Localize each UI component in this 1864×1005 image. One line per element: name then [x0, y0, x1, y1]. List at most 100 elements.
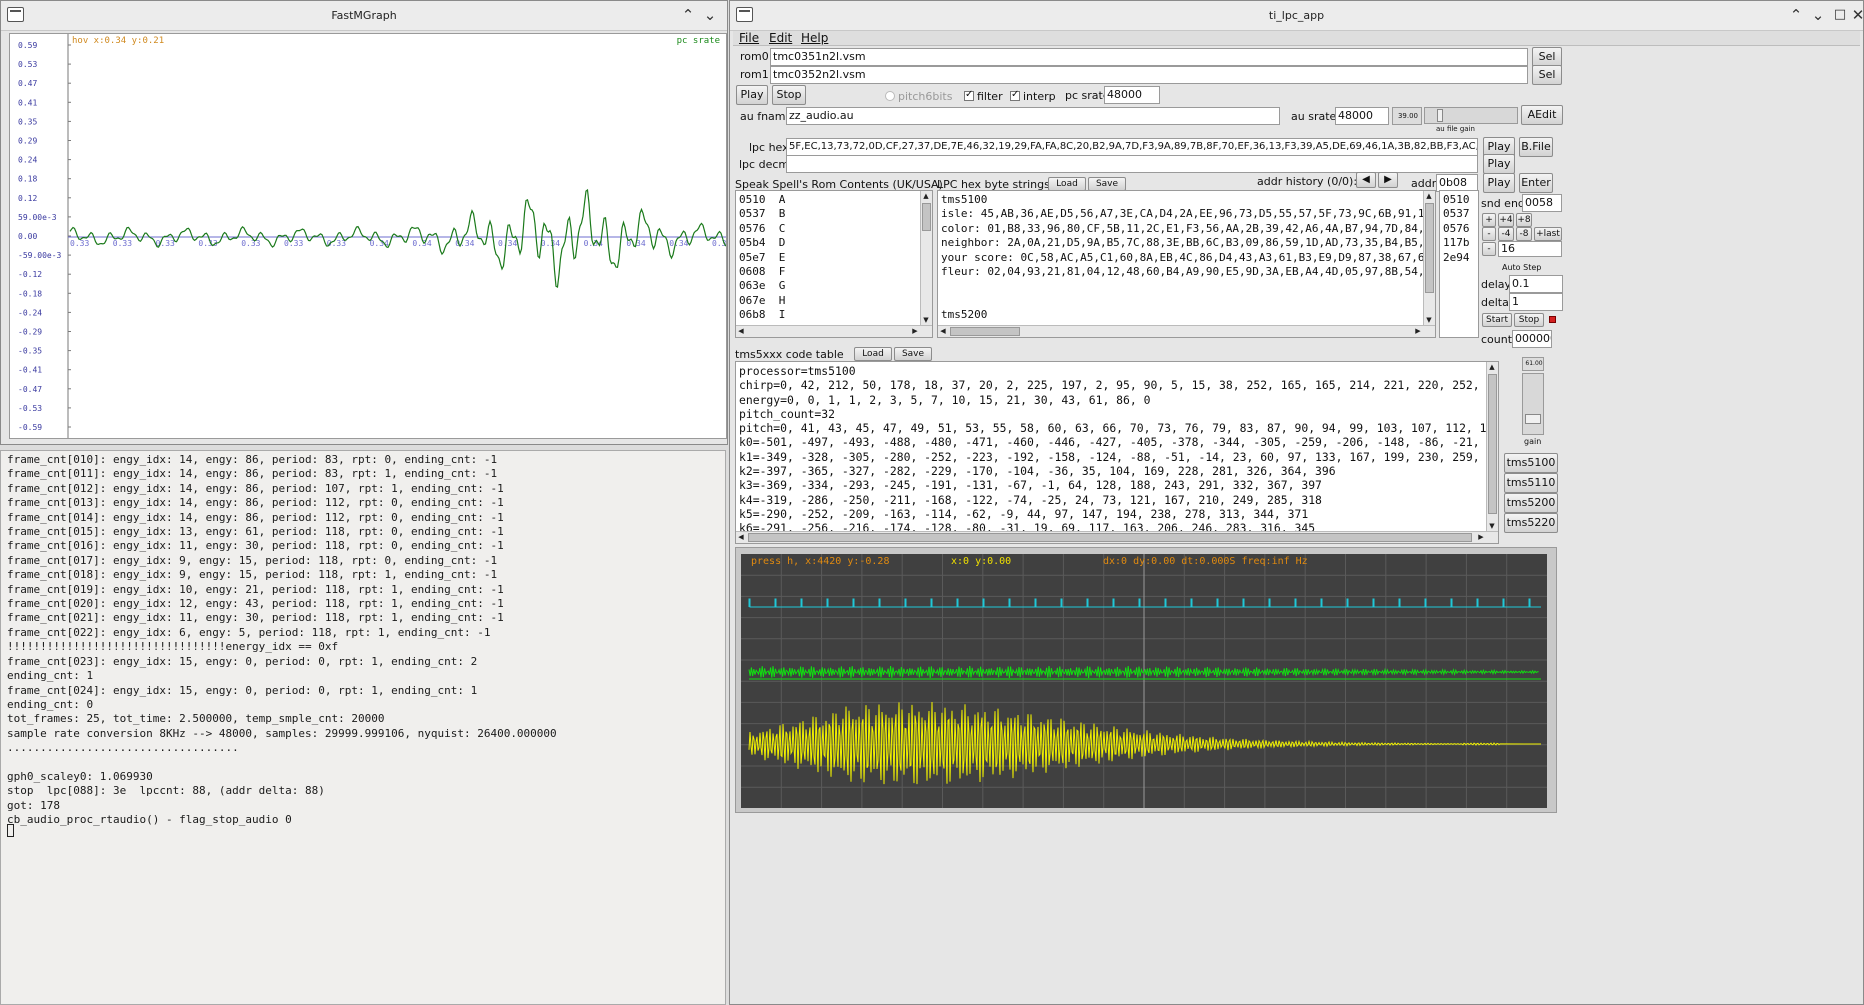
lpc-strings-text[interactable]: tms5100 isle: 45,AB,36,AE,D5,56,A7,3E,CA,…: [941, 193, 1435, 323]
tms5110-button[interactable]: tms5110: [1504, 473, 1558, 493]
rom-list-vthumb[interactable]: [922, 203, 931, 231]
rom0-field[interactable]: tmc0351n2l.vsm: [770, 48, 1528, 66]
rom0-sel-button[interactable]: Sel: [1532, 47, 1562, 67]
code-table-hthumb[interactable]: [748, 533, 1472, 542]
minimize-icon[interactable]: ⌃: [679, 6, 697, 24]
rom-list-vscrollbar[interactable]: ▲ ▼: [920, 191, 932, 325]
step-minus4-button[interactable]: -4: [1498, 227, 1514, 241]
step-plus8-button[interactable]: +8: [1516, 213, 1532, 227]
code-table-hscrollbar[interactable]: ◀ ▶: [736, 531, 1498, 543]
scroll-left-icon[interactable]: ◀: [736, 532, 746, 542]
step-plus-button[interactable]: +: [1482, 213, 1496, 227]
snd-end-field[interactable]: 0058: [1522, 194, 1562, 212]
scroll-right-icon[interactable]: ▶: [1476, 532, 1486, 542]
graph-plot[interactable]: 0.59 0.53 0.47 0.41 0.35 0.29 0.24 0.18 0.12 59.0…: [10, 34, 727, 439]
au-file-gain-thumb[interactable]: [1437, 109, 1443, 122]
restore-icon[interactable]: ⌄: [701, 6, 719, 24]
code-table-save-button[interactable]: Save: [894, 347, 932, 361]
au-srate-field[interactable]: 48000: [1335, 107, 1389, 125]
rom-contents-items[interactable]: 0510 A 0537 B 0576 C 05b4 D 05e7 E 0608 F 063e…: [739, 193, 785, 337]
code-table-vthumb[interactable]: [1488, 374, 1497, 514]
scroll-up-icon[interactable]: ▲: [921, 191, 931, 201]
addr-history-list[interactable]: 0510 0537 0576 117b 2e94: [1439, 190, 1479, 338]
rom1-sel-button[interactable]: Sel: [1532, 65, 1562, 85]
rom1-field[interactable]: tmc0352n2l.vsm: [770, 66, 1528, 84]
code-table-text[interactable]: processor=tms5100 chirp=0, 42, 212, 50, 1…: [739, 364, 1498, 536]
code-table-vscrollbar[interactable]: ▲ ▼: [1486, 362, 1498, 531]
lpc-strings-vthumb[interactable]: [1425, 203, 1434, 293]
bfile-button[interactable]: B.File: [1519, 137, 1553, 157]
step-minus8-button[interactable]: -8: [1516, 227, 1532, 241]
scroll-up-icon[interactable]: ▲: [1424, 191, 1434, 201]
tms5100-button[interactable]: tms5100: [1504, 453, 1558, 473]
title-bar[interactable]: ti_lpc_app ⌃ ⌄ □ ✕: [730, 1, 1864, 31]
code-table-load-button[interactable]: Load: [854, 347, 892, 361]
terminal[interactable]: frame_cnt[010]: engy_idx: 14, engy: 86, …: [0, 450, 726, 1005]
lpc-strings-hthumb[interactable]: [950, 327, 1020, 336]
addr-history-items[interactable]: 0510 0537 0576 117b 2e94: [1443, 193, 1470, 265]
tms5220-button[interactable]: tms5220: [1504, 513, 1558, 533]
maximize-icon[interactable]: □: [1831, 6, 1849, 24]
lpc-hex-field[interactable]: 5F,EC,13,73,72,0D,CF,27,37,DE,7E,46,32,1…: [786, 138, 1478, 156]
step-last-button[interactable]: +last: [1534, 227, 1562, 241]
addr-play-button[interactable]: Play: [1483, 173, 1515, 193]
scope-display[interactable]: press h, x:4420 y:-0.28 x:0 y:0.00 dx:0 …: [741, 554, 1547, 808]
close-icon[interactable]: ✕: [1849, 6, 1864, 24]
interp-option[interactable]: interp: [1010, 89, 1056, 103]
scroll-left-icon[interactable]: ◀: [736, 326, 746, 336]
lpc-strings-vscrollbar[interactable]: ▲ ▼: [1423, 191, 1435, 325]
auto-step-stop-button[interactable]: Stop: [1514, 313, 1544, 327]
step-size-decrease-button[interactable]: -: [1482, 242, 1496, 256]
title-bar[interactable]: FastMGraph ⌃ ⌄: [1, 1, 727, 31]
lpc-strings-save-button[interactable]: Save: [1088, 177, 1126, 191]
gain-slider[interactable]: [1522, 373, 1544, 435]
rom-list-hscrollbar[interactable]: ◀ ▶: [736, 325, 932, 337]
scroll-down-icon[interactable]: ▼: [921, 315, 931, 325]
minimize-icon[interactable]: ⌄: [1809, 6, 1827, 24]
pc-srate-field[interactable]: 48000: [1104, 86, 1160, 104]
scroll-down-icon[interactable]: ▼: [1487, 521, 1497, 531]
pitch6bits-radio[interactable]: [885, 91, 895, 101]
code-table-editor[interactable]: processor=tms5100 chirp=0, 42, 212, 50, 1…: [735, 361, 1499, 544]
step-plus4-button[interactable]: +4: [1498, 213, 1514, 227]
auto-step-start-button[interactable]: Start: [1482, 313, 1512, 327]
interp-checkbox[interactable]: [1010, 89, 1020, 101]
step-minus-button[interactable]: -: [1482, 227, 1496, 241]
step-size-field[interactable]: 16: [1498, 241, 1562, 257]
scroll-right-icon[interactable]: ▶: [910, 326, 920, 336]
stop-button[interactable]: Stop: [772, 85, 806, 105]
pitch6bits-option[interactable]: pitch6bits: [885, 90, 952, 103]
graph-area[interactable]: 0.59 0.53 0.47 0.41 0.35 0.29 0.24 0.18 0.12 59.0…: [9, 33, 727, 439]
history-forward-button[interactable]: ▶: [1378, 172, 1398, 188]
au-fname-field[interactable]: zz_audio.au: [786, 107, 1280, 125]
menu-file[interactable]: File: [739, 31, 759, 45]
gain-slider-thumb[interactable]: [1525, 414, 1541, 424]
delta-field[interactable]: 1: [1509, 293, 1563, 311]
lpc-decml-play-button[interactable]: Play: [1483, 154, 1515, 174]
scroll-left-icon[interactable]: ◀: [938, 326, 948, 336]
scroll-down-icon[interactable]: ▼: [1424, 315, 1434, 325]
au-file-gain-slider[interactable]: [1424, 107, 1518, 124]
enter-button[interactable]: Enter: [1519, 173, 1553, 193]
lpc-strings-editor[interactable]: tms5100 isle: 45,AB,36,AE,D5,56,A7,3E,CA,…: [937, 190, 1436, 338]
scroll-right-icon[interactable]: ▶: [1413, 326, 1423, 336]
scope-plot[interactable]: [741, 554, 1547, 808]
gain-label: gain: [1524, 437, 1542, 446]
filter-option[interactable]: filter: [964, 89, 1003, 103]
rom-contents-list[interactable]: 0510 A 0537 B 0576 C 05b4 D 05e7 E 0608 F 063e…: [735, 190, 933, 338]
menu-edit[interactable]: Edit: [769, 31, 792, 45]
filter-checkbox[interactable]: [964, 89, 974, 101]
play-button[interactable]: Play: [736, 85, 768, 105]
scroll-up-icon[interactable]: ▲: [1487, 362, 1497, 372]
menu-help[interactable]: Help: [801, 31, 828, 45]
tms5200-button[interactable]: tms5200: [1504, 493, 1558, 513]
pulse-trace: [748, 598, 1541, 608]
lpc-strings-hscrollbar[interactable]: ◀ ▶: [938, 325, 1435, 337]
shade-icon[interactable]: ⌃: [1787, 6, 1805, 24]
lpc-decml-field[interactable]: [786, 155, 1478, 173]
history-back-button[interactable]: ◀: [1356, 172, 1376, 188]
delay-field[interactable]: 0.1: [1509, 275, 1563, 293]
terminal-line: ending_cnt: 1: [7, 669, 94, 683]
aedit-button[interactable]: AEdit: [1521, 105, 1563, 125]
lpc-strings-load-button[interactable]: Load: [1048, 177, 1086, 191]
